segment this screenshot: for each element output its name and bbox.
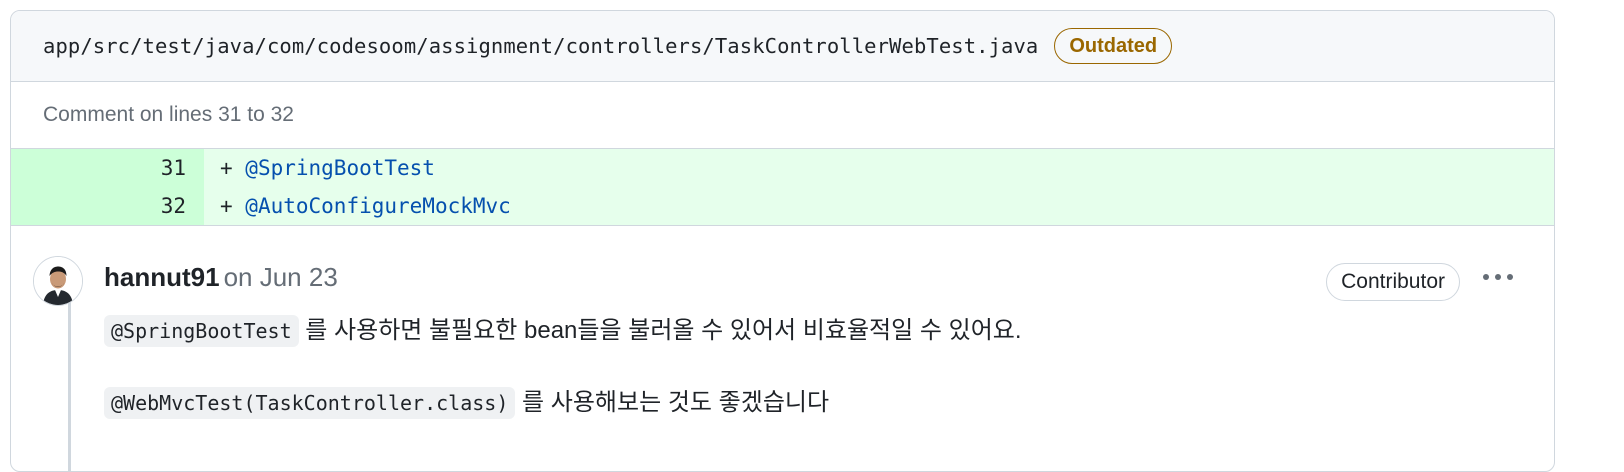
thread-line	[68, 286, 71, 471]
comment-range-label: Comment on lines 31 to 32	[11, 82, 1554, 149]
comment-paragraph: @SpringBootTest 를 사용하면 불필요한 bean들을 불러올 수…	[104, 314, 1022, 348]
diff-row: 32 + @AutoConfigureMockMvc	[11, 187, 1554, 225]
comment: hannut91 on Jun 23 Contributor @SpringBoo…	[11, 226, 1554, 471]
diff-row: 31 + @SpringBootTest	[11, 149, 1554, 187]
code-line: + @SpringBootTest	[204, 149, 1554, 187]
comment-text: 를 사용해보는 것도 좋겠습니다	[515, 389, 830, 416]
line-number[interactable]: 32	[11, 187, 204, 225]
inline-code: @WebMvcTest(TaskController.class)	[104, 387, 516, 419]
outdated-badge: Outdated	[1054, 28, 1173, 64]
comment-body: @SpringBootTest 를 사용하면 불필요한 bean들을 불러올 수…	[104, 314, 1022, 458]
dot	[1483, 274, 1489, 280]
contributor-badge: Contributor	[1326, 263, 1460, 301]
diff-add-marker: +	[220, 156, 246, 180]
inline-code: @SpringBootTest	[104, 315, 299, 347]
comment-header: hannut91 on Jun 23	[104, 262, 338, 292]
code-line: + @AutoConfigureMockMvc	[204, 187, 1554, 225]
diff-table: 31 + @SpringBootTest 32 + @AutoConfigure…	[11, 149, 1554, 226]
comment-date-link[interactable]: on Jun 23	[224, 262, 338, 292]
diff-add-marker: +	[220, 194, 246, 218]
kebab-horizontal-icon[interactable]	[1478, 262, 1518, 292]
avatar-icon[interactable]	[33, 256, 83, 306]
comment-paragraph: @WebMvcTest(TaskController.class) 를 사용해보…	[104, 386, 1022, 420]
review-comment-card: app/src/test/java/com/codesoom/assignmen…	[10, 10, 1555, 472]
file-path-link[interactable]: app/src/test/java/com/codesoom/assignmen…	[43, 34, 1038, 58]
author-link[interactable]: hannut91	[104, 262, 220, 292]
code-annotation: @AutoConfigureMockMvc	[245, 194, 511, 218]
line-number[interactable]: 31	[11, 149, 204, 187]
dot	[1507, 274, 1513, 280]
file-header: app/src/test/java/com/codesoom/assignmen…	[11, 11, 1554, 82]
dot	[1495, 274, 1501, 280]
code-annotation: @SpringBootTest	[245, 156, 435, 180]
comment-text: 를 사용하면 불필요한 bean들을 불러올 수 있어서 비효율적일 수 있어요…	[298, 317, 1022, 344]
